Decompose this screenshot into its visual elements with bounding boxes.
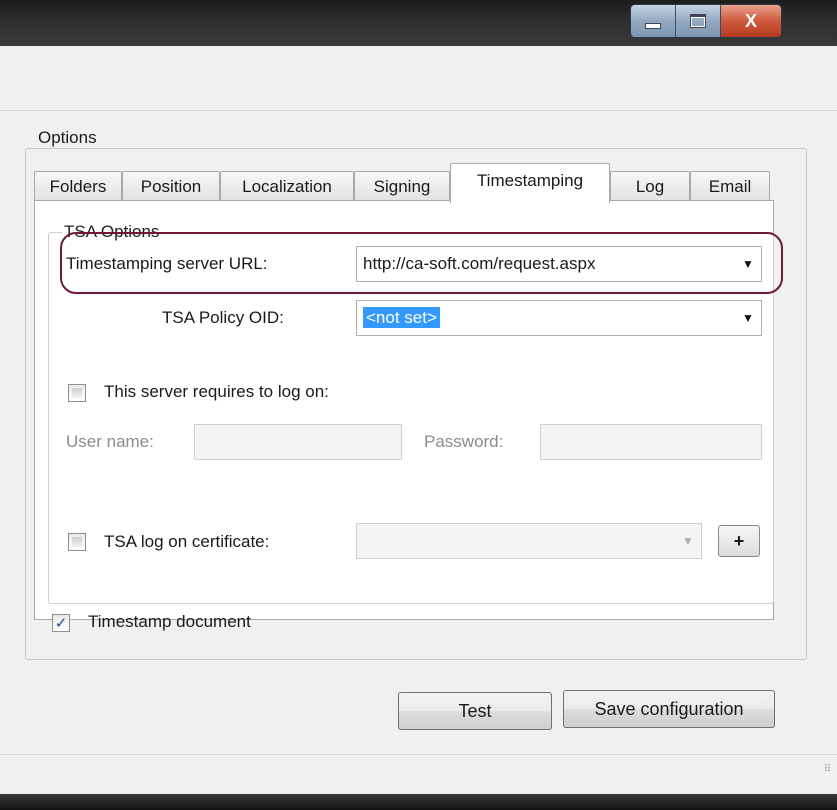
password-label: Password: [424, 432, 504, 451]
window-controls: X [630, 4, 782, 38]
checkmark-icon: ✓ [54, 615, 68, 632]
tab-localization[interactable]: Localization [220, 171, 354, 201]
options-group-label: Options [36, 128, 99, 148]
chevron-down-icon[interactable]: ▼ [675, 534, 701, 548]
chevron-down-icon[interactable]: ▼ [735, 257, 761, 271]
checkbox-unchecked-icon [72, 388, 82, 398]
timestamp-document-checkbox[interactable]: ✓ [52, 614, 70, 632]
user-name-label: User name: [66, 432, 154, 451]
tab-timestamping[interactable]: Timestamping [450, 163, 610, 203]
minimize-button[interactable] [631, 5, 676, 37]
certificate-combo[interactable]: ▼ [356, 523, 702, 559]
tab-email[interactable]: Email [690, 171, 770, 201]
tab-signing[interactable]: Signing [354, 171, 450, 201]
maximize-button[interactable] [676, 5, 721, 37]
server-url-combo[interactable]: http://ca-soft.com/request.aspx ▼ [356, 246, 762, 282]
resize-grip-icon[interactable]: ⠿ [824, 764, 831, 775]
add-certificate-button[interactable]: + [718, 525, 760, 557]
minimize-icon [645, 23, 661, 29]
status-bar: ⠿ [0, 754, 837, 795]
server-url-value: http://ca-soft.com/request.aspx [363, 254, 596, 273]
certificate-label: TSA log on certificate: [104, 532, 270, 551]
test-button[interactable]: Test [398, 692, 552, 730]
requires-logon-checkbox[interactable] [68, 384, 86, 402]
tab-folders[interactable]: Folders [34, 171, 122, 201]
title-bar[interactable]: X [0, 0, 837, 46]
user-name-field[interactable] [194, 424, 402, 460]
certificate-checkbox[interactable] [68, 533, 86, 551]
tab-position[interactable]: Position [122, 171, 220, 201]
timestamp-document-label: Timestamp document [88, 612, 251, 631]
policy-oid-combo[interactable]: <not set> ▼ [356, 300, 762, 336]
server-url-label: Timestamping server URL: [66, 254, 268, 273]
password-field[interactable] [540, 424, 762, 460]
requires-logon-label: This server requires to log on: [104, 382, 329, 401]
plus-icon: + [733, 530, 745, 551]
policy-oid-value: <not set> [363, 307, 440, 328]
maximize-icon [690, 14, 706, 28]
toolbar-area [0, 46, 837, 111]
window-bottom-edge [0, 794, 837, 810]
close-button[interactable]: X [721, 5, 781, 37]
policy-oid-label: TSA Policy OID: [162, 308, 284, 327]
tab-log[interactable]: Log [610, 171, 690, 201]
close-icon: X [744, 10, 757, 31]
chevron-down-icon[interactable]: ▼ [735, 311, 761, 325]
save-configuration-button[interactable]: Save configuration [563, 690, 775, 728]
checkbox-unchecked-icon [72, 537, 82, 547]
tsa-options-label: TSA Options [62, 222, 162, 242]
